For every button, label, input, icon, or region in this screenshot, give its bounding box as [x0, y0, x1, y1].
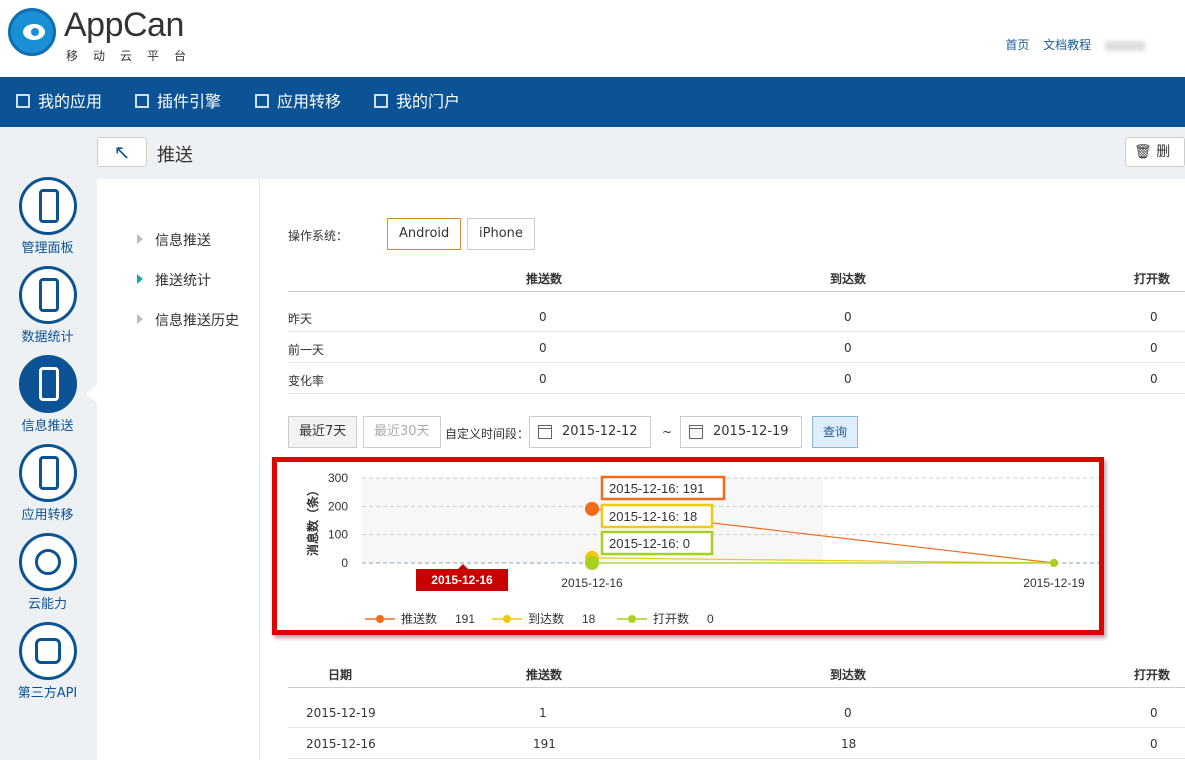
user-name-blurred[interactable] — [1105, 40, 1145, 51]
custom-range-label: 自定义时间段： — [445, 427, 530, 441]
app-icon — [16, 94, 30, 108]
table-header: 日期 推送数 到达数 打开数 — [288, 657, 1185, 688]
dashboard-icon — [18, 177, 77, 235]
table-row: 2015-12-16 191 18 0 — [288, 728, 1185, 759]
nav-item-my-portal[interactable]: 我的门户 — [374, 77, 460, 127]
push-stats-chart: 0 100 200 300 消息数（条） 2015-12-16 2015-12-19 2015… — [305, 471, 1099, 626]
transfer-icon — [255, 94, 269, 108]
icon-sidebar: 管理面板 数据统计 信息推送 应用转移 云能力 第三方API — [0, 127, 97, 760]
y-tick-label: 200 — [328, 499, 348, 513]
submenu-item-push-history[interactable]: 信息推送历史 — [137, 310, 239, 330]
legend-label: 到达数 — [528, 611, 564, 626]
legend-marker — [628, 615, 636, 623]
sidebar-item-statistics[interactable]: 数据统计 — [0, 266, 95, 345]
submenu-item-push-message[interactable]: 信息推送 — [137, 230, 211, 250]
range-separator: ~ — [662, 425, 673, 439]
calendar-icon — [538, 425, 552, 439]
legend-total: 18 — [582, 612, 596, 626]
calendar-icon — [689, 425, 703, 439]
x-tick-label: 2015-12-16 — [561, 576, 623, 590]
delete-button[interactable]: 🗑 删 — [1125, 137, 1185, 167]
end-date-input[interactable]: 2015-12-19 — [680, 416, 802, 448]
os-iphone-button[interactable]: iPhone — [467, 218, 535, 250]
sidebar-item-dashboard[interactable]: 管理面板 — [0, 177, 95, 256]
title-bar: ↖ 推送 🗑 删 — [97, 127, 1185, 179]
hover-date-label: 2015-12-16 — [431, 573, 493, 587]
start-date-input[interactable]: 2015-12-12 — [529, 416, 651, 448]
tooltip-text: 2015-12-16: 0 — [609, 536, 690, 551]
active-pointer — [86, 385, 97, 403]
legend-total: 191 — [455, 612, 475, 626]
header: AppCan 移动云平台 首页 文档教程 — [0, 0, 1185, 77]
logo-text[interactable]: AppCan — [64, 6, 184, 45]
caret-right-icon — [137, 314, 143, 324]
sidebar-item-push[interactable]: 信息推送 — [0, 355, 95, 434]
y-tick-label: 100 — [328, 528, 348, 542]
y-tick-label: 300 — [328, 471, 348, 485]
push-icon — [18, 355, 77, 413]
y-tick-label: 0 — [341, 556, 348, 570]
os-android-button[interactable]: Android — [387, 218, 462, 250]
query-button[interactable]: 查询 — [812, 416, 858, 448]
sidebar-item-transfer[interactable]: 应用转移 — [0, 444, 95, 523]
home-link[interactable]: 首页 — [1005, 38, 1029, 52]
page-title: 推送 — [157, 145, 193, 166]
legend-marker — [376, 615, 384, 623]
nav-item-my-apps[interactable]: 我的应用 — [16, 77, 102, 127]
table-header: 推送数 到达数 打开数 — [288, 261, 1185, 292]
tooltip-text: 2015-12-16: 191 — [609, 481, 704, 496]
caret-right-icon — [137, 234, 143, 244]
statistics-icon — [18, 266, 77, 324]
tooltip-text: 2015-12-16: 18 — [609, 509, 697, 524]
back-button[interactable]: ↖ — [97, 137, 147, 167]
table-row: 2015-12-19 1 0 0 — [288, 697, 1185, 728]
nav-item-plugin-engine[interactable]: 插件引擎 — [135, 77, 221, 127]
table-row: 昨天 0 0 0 — [288, 301, 1185, 332]
os-label: 操作系统： — [288, 229, 349, 243]
sidebar-item-third-party-api[interactable]: 第三方API — [0, 622, 95, 701]
legend-label: 打开数 — [653, 611, 689, 626]
last-7-days-button[interactable]: 最近7天 — [288, 416, 358, 448]
plugin-icon — [135, 94, 149, 108]
top-links: 首页 文档教程 — [995, 36, 1145, 53]
data-point — [585, 501, 599, 516]
chart-highlight-box: 0 100 200 300 消息数（条） 2015-12-16 2015-12-19 2015… — [272, 457, 1104, 635]
plot-shade — [362, 478, 823, 563]
table-row: 前一天 0 0 0 — [288, 332, 1185, 363]
nav-item-app-transfer[interactable]: 应用转移 — [255, 77, 341, 127]
transfer-icon — [18, 444, 77, 502]
puzzle-icon — [18, 622, 77, 680]
portal-icon — [374, 94, 388, 108]
last-30-days-button[interactable]: 最近30天 — [363, 416, 441, 448]
hover-badge-arrow — [458, 564, 468, 569]
cloud-gear-icon — [18, 533, 77, 591]
logo-subtitle: 移动云平台 — [66, 49, 202, 63]
legend-label: 推送数 — [401, 611, 437, 626]
submenu-item-push-stats[interactable]: 推送统计 — [137, 270, 211, 290]
docs-link[interactable]: 文档教程 — [1043, 38, 1091, 52]
y-axis-label: 消息数（条） — [305, 484, 320, 556]
push-submenu: 信息推送 推送统计 信息推送历史 — [97, 179, 260, 760]
data-point — [585, 556, 599, 570]
legend-marker — [503, 615, 511, 623]
appcan-logo-icon[interactable] — [8, 8, 56, 56]
table-row: 变化率 0 0 0 — [288, 363, 1185, 394]
legend-total: 0 — [707, 612, 714, 626]
main-nav: 我的应用 插件引擎 应用转移 我的门户 — [0, 77, 1185, 127]
sidebar-item-cloud[interactable]: 云能力 — [0, 533, 95, 612]
caret-right-icon — [137, 274, 143, 284]
data-point — [1050, 559, 1058, 567]
x-tick-label: 2015-12-19 — [1023, 576, 1085, 590]
